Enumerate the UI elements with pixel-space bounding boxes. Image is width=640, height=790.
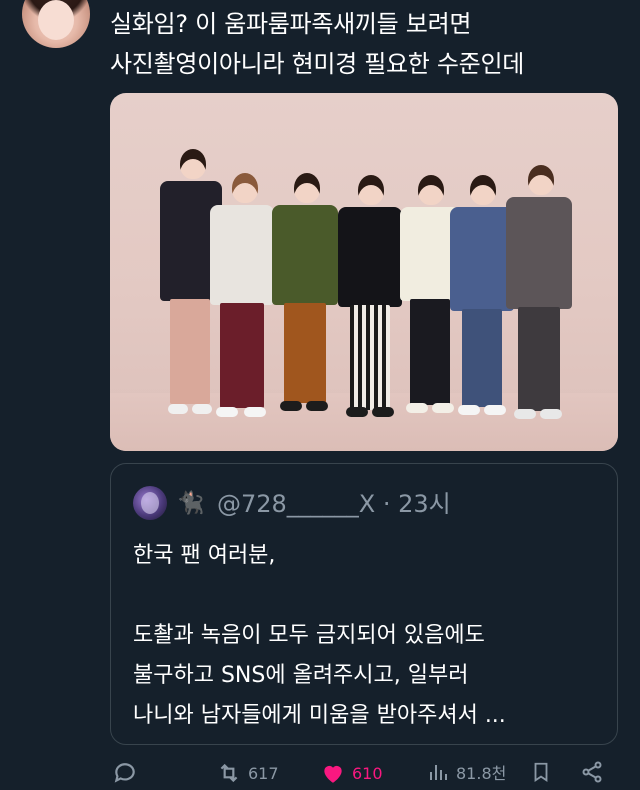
- views-icon: [430, 765, 447, 780]
- cat-emoji-icon: 🐈‍⬛: [177, 491, 205, 516]
- group-member-figure: [210, 173, 274, 423]
- quoted-text-line: [133, 576, 603, 616]
- quoted-avatar[interactable]: [133, 486, 167, 520]
- tweet-photo[interactable]: [110, 93, 618, 451]
- quoted-text-line: 한국 팬 여러분,: [133, 543, 276, 568]
- reply-button[interactable]: [112, 760, 144, 786]
- quoted-text-line: 도촬과 녹음이 모두 금지되어 있음에도: [133, 623, 485, 648]
- group-member-figure: [272, 173, 338, 421]
- share-icon: [582, 761, 602, 783]
- heart-icon: [324, 765, 342, 783]
- quoted-tweet[interactable]: 🐈‍⬛ @728______X · 23시 한국 팬 여러분, 도촬과 녹음이 …: [110, 463, 618, 745]
- views-button[interactable]: 81.8천: [426, 760, 506, 784]
- group-member-figure: [450, 175, 514, 423]
- quoted-text-line: 나니와 남자들에게 미움을 받아주셔서 ...: [133, 703, 506, 728]
- group-member-figure: [338, 175, 402, 425]
- quoted-text-line: 불구하고 SNS에 올려주시고, 일부러: [133, 663, 469, 688]
- tweet-text: 실화임? 이 움파룸파족새끼들 보려면 사진촬영이아니라 현미경 필요한 수준인…: [110, 4, 620, 84]
- retweet-icon: [220, 763, 238, 783]
- retweet-button[interactable]: 617: [216, 760, 279, 786]
- quoted-text: 한국 팬 여러분, 도촬과 녹음이 모두 금지되어 있음에도 불구하고 SNS에…: [133, 536, 603, 736]
- like-button[interactable]: 610: [320, 760, 383, 786]
- tweet-text-line: 실화임? 이 움파룸파족새끼들 보려면: [110, 10, 472, 38]
- reply-icon: [114, 763, 135, 783]
- avatar[interactable]: [22, 0, 90, 48]
- bookmark-icon: [534, 762, 548, 782]
- view-count: 81.8천: [456, 764, 507, 783]
- tweet-action-bar: 617 610 81.8천: [110, 760, 620, 790]
- group-member-figure: [506, 165, 572, 427]
- quoted-handle[interactable]: @728______X · 23시: [217, 488, 451, 520]
- tweet-text-line: 사진촬영이아니라 현미경 필요한 수준인데: [110, 50, 525, 78]
- bookmark-button[interactable]: [530, 760, 552, 784]
- tweet[interactable]: · · · · · 실화임? 이 움파룸파족새끼들 보려면 사진촬영이아니라 현…: [0, 0, 640, 783]
- share-button[interactable]: [580, 760, 604, 784]
